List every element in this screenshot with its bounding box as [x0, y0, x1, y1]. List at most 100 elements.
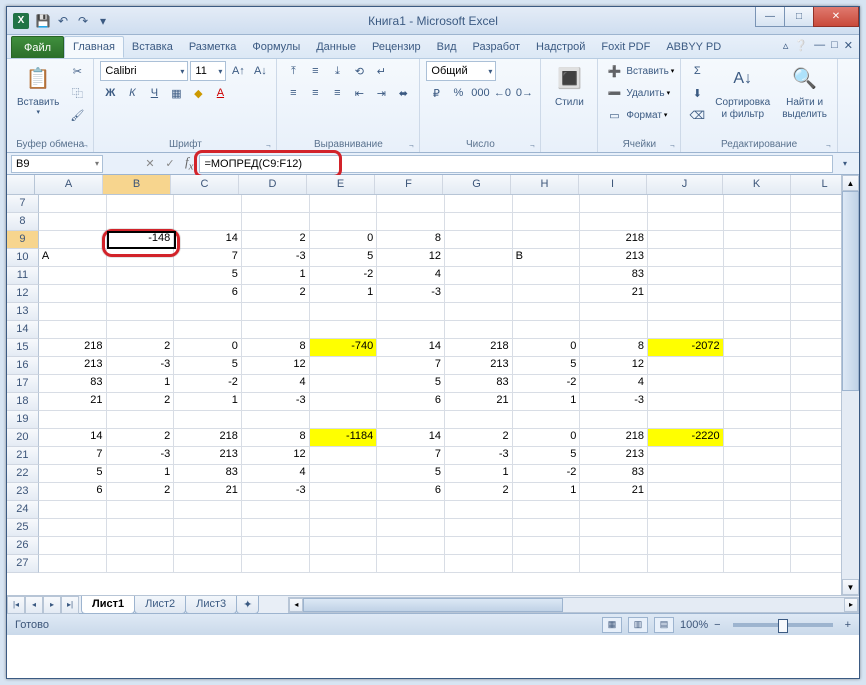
- row-header[interactable]: 14: [7, 321, 39, 339]
- cell[interactable]: [513, 303, 581, 321]
- row-header[interactable]: 15: [7, 339, 39, 357]
- horizontal-scrollbar[interactable]: ◂ ▸: [288, 597, 859, 613]
- cell[interactable]: [724, 339, 792, 357]
- tab-разметка[interactable]: Разметка: [181, 36, 245, 58]
- cell[interactable]: [377, 519, 445, 537]
- cell[interactable]: 0: [513, 429, 581, 447]
- cell[interactable]: [648, 195, 724, 213]
- cancel-formula-button[interactable]: ✕: [141, 155, 159, 173]
- cell[interactable]: [648, 465, 724, 483]
- column-header[interactable]: F: [375, 175, 443, 194]
- cell[interactable]: 14: [377, 339, 445, 357]
- cell[interactable]: [310, 447, 378, 465]
- cell[interactable]: [724, 555, 792, 573]
- cell[interactable]: 1: [513, 393, 581, 411]
- row-header[interactable]: 17: [7, 375, 39, 393]
- cell[interactable]: [445, 285, 513, 303]
- align-middle-button[interactable]: ≡: [305, 61, 325, 81]
- shrink-font-button[interactable]: A↓: [250, 61, 270, 81]
- cell[interactable]: [107, 501, 175, 519]
- cell[interactable]: 14: [39, 429, 107, 447]
- cell[interactable]: [174, 411, 242, 429]
- cell[interactable]: 21: [39, 393, 107, 411]
- comma-button[interactable]: 000: [470, 83, 490, 103]
- cell[interactable]: [107, 213, 175, 231]
- file-tab[interactable]: Файл: [11, 36, 64, 58]
- cell[interactable]: [724, 393, 792, 411]
- decrease-indent-button[interactable]: ⇤: [349, 83, 369, 103]
- tab-главная[interactable]: Главная: [64, 36, 124, 58]
- cell[interactable]: [39, 195, 107, 213]
- cell[interactable]: 83: [445, 375, 513, 393]
- cell[interactable]: 1: [445, 465, 513, 483]
- cell[interactable]: [580, 501, 648, 519]
- scroll-right-button[interactable]: ▸: [844, 598, 858, 612]
- cell[interactable]: [39, 411, 107, 429]
- scroll-left-button[interactable]: ◂: [289, 598, 303, 612]
- cell[interactable]: [580, 555, 648, 573]
- cell[interactable]: 83: [580, 465, 648, 483]
- cell[interactable]: -2220: [648, 429, 724, 447]
- cell[interactable]: 21: [580, 483, 648, 501]
- cell[interactable]: [648, 231, 724, 249]
- cell[interactable]: [445, 555, 513, 573]
- font-size-select[interactable]: 11: [190, 61, 226, 81]
- cell[interactable]: 2: [107, 483, 175, 501]
- row-header[interactable]: 12: [7, 285, 39, 303]
- cell[interactable]: 7: [377, 357, 445, 375]
- cell[interactable]: 8: [377, 231, 445, 249]
- cell[interactable]: [174, 303, 242, 321]
- cell[interactable]: [580, 519, 648, 537]
- cell[interactable]: А: [39, 249, 107, 267]
- cell[interactable]: [107, 249, 175, 267]
- cell[interactable]: [107, 321, 175, 339]
- cell[interactable]: -3: [107, 357, 175, 375]
- cell[interactable]: [242, 303, 310, 321]
- cell[interactable]: [724, 537, 792, 555]
- cell[interactable]: 5: [39, 465, 107, 483]
- cell[interactable]: [310, 213, 378, 231]
- cell[interactable]: [513, 195, 581, 213]
- cell[interactable]: [377, 195, 445, 213]
- cell[interactable]: [724, 195, 792, 213]
- mdi-close-icon[interactable]: ✕: [844, 39, 853, 52]
- cell[interactable]: 21: [174, 483, 242, 501]
- cell[interactable]: 5: [513, 357, 581, 375]
- align-bottom-button[interactable]: ⤓: [327, 61, 347, 81]
- row-header[interactable]: 9: [7, 231, 39, 249]
- grow-font-button[interactable]: A↑: [228, 61, 248, 81]
- cell[interactable]: [724, 285, 792, 303]
- mdi-restore-icon[interactable]: □: [831, 39, 838, 52]
- row-header[interactable]: 26: [7, 537, 39, 555]
- sheet-tab[interactable]: Лист2: [134, 596, 186, 614]
- cell[interactable]: [310, 501, 378, 519]
- wrap-text-button[interactable]: ↵: [371, 61, 391, 81]
- cell[interactable]: -2: [310, 267, 378, 285]
- cell[interactable]: [39, 537, 107, 555]
- cell[interactable]: 1: [107, 465, 175, 483]
- cell[interactable]: -3: [242, 249, 310, 267]
- cell[interactable]: [648, 267, 724, 285]
- name-box[interactable]: B9: [11, 155, 103, 173]
- column-header[interactable]: G: [443, 175, 511, 194]
- cell[interactable]: [310, 375, 378, 393]
- cell[interactable]: 6: [174, 285, 242, 303]
- cell[interactable]: 218: [445, 339, 513, 357]
- cell[interactable]: [242, 321, 310, 339]
- cell[interactable]: [445, 249, 513, 267]
- cell[interactable]: [724, 375, 792, 393]
- cell[interactable]: 4: [377, 267, 445, 285]
- cell[interactable]: [513, 213, 581, 231]
- column-header[interactable]: C: [171, 175, 239, 194]
- row-header[interactable]: 13: [7, 303, 39, 321]
- cell[interactable]: [513, 501, 581, 519]
- cell[interactable]: [513, 411, 581, 429]
- cell[interactable]: [580, 411, 648, 429]
- cell[interactable]: [310, 357, 378, 375]
- column-header[interactable]: H: [511, 175, 579, 194]
- font-name-select[interactable]: Calibri: [100, 61, 188, 81]
- column-header[interactable]: B: [103, 175, 171, 194]
- formula-bar[interactable]: =МОПРЕД(C9:F12): [199, 155, 833, 173]
- scroll-up-button[interactable]: ▲: [842, 175, 859, 191]
- cell[interactable]: -3: [377, 285, 445, 303]
